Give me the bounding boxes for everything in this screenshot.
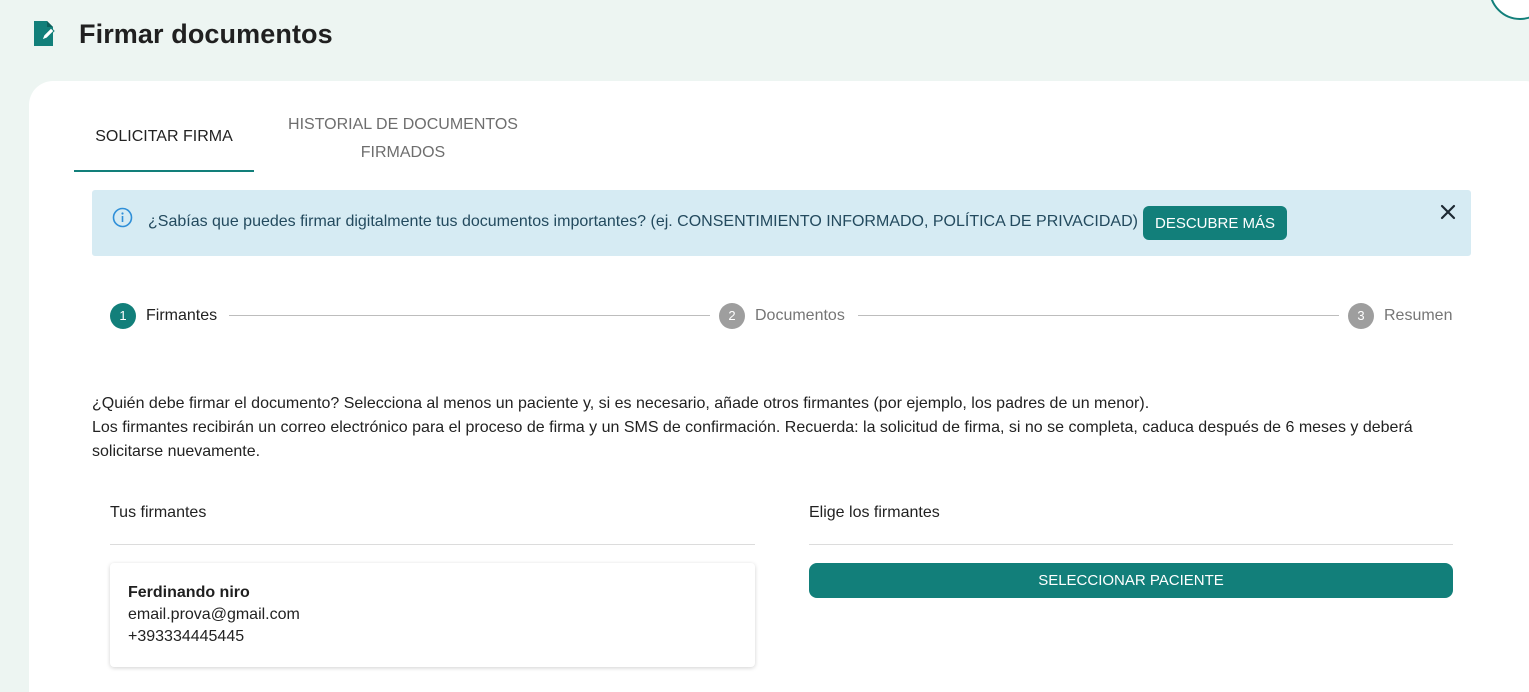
tab-label-line1: HISTORIAL DE DOCUMENTOS xyxy=(288,116,518,133)
divider xyxy=(110,544,755,545)
tab-solicitar-firma[interactable]: SOLICITAR FIRMA xyxy=(74,111,254,172)
divider xyxy=(809,544,1453,545)
info-banner-text: ¿Sabías que puedes firmar digitalmente t… xyxy=(148,213,1138,230)
signer-name: Ferdinando niro xyxy=(128,584,250,601)
document-edit-icon xyxy=(34,21,55,46)
signer-email: email.prova@gmail.com xyxy=(128,606,300,623)
tab-historial-documentos[interactable]: HISTORIAL DE DOCUMENTOS FIRMADOS xyxy=(254,111,552,172)
step-firmantes: 1 Firmantes xyxy=(110,302,217,329)
discover-more-button[interactable]: DESCUBRE MÁS xyxy=(1143,206,1288,240)
user-avatar[interactable] xyxy=(1489,0,1529,20)
step-connector xyxy=(858,315,1339,316)
step-documentos: 2 Documentos xyxy=(719,302,845,329)
page-header: Firmar documentos xyxy=(32,18,333,50)
tab-bar: SOLICITAR FIRMA HISTORIAL DE DOCUMENTOS … xyxy=(74,111,552,172)
step-number: 1 xyxy=(110,302,136,329)
tab-label: SOLICITAR FIRMA xyxy=(95,128,233,145)
step-label: Documentos xyxy=(755,306,845,324)
choose-column-title: Elige los firmantes xyxy=(809,504,940,521)
instructions-line1: ¿Quién debe firmar el documento? Selecci… xyxy=(92,395,1150,412)
signer-card[interactable]: Ferdinando niro email.prova@gmail.com +3… xyxy=(110,563,755,667)
stepper: 1 Firmantes 2 Documentos 3 Resumen xyxy=(110,302,1453,329)
step-label: Firmantes xyxy=(146,306,218,324)
main-card: SOLICITAR FIRMA HISTORIAL DE DOCUMENTOS … xyxy=(29,81,1529,692)
step-label: Resumen xyxy=(1384,306,1453,324)
signer-phone: +393334445445 xyxy=(128,628,245,645)
step-number: 3 xyxy=(1348,302,1374,329)
instructions: ¿Quién debe firmar el documento? Selecci… xyxy=(92,392,1472,464)
step-connector xyxy=(229,315,710,316)
info-icon xyxy=(112,207,133,228)
instructions-line2: Los firmantes recibirán un correo electr… xyxy=(92,419,1413,460)
page-title: Firmar documentos xyxy=(79,18,333,49)
tab-label-line2: FIRMADOS xyxy=(360,144,446,161)
select-patient-button[interactable]: SELECCIONAR PACIENTE xyxy=(809,563,1453,598)
signers-column-title: Tus firmantes xyxy=(110,504,207,521)
info-banner: ¿Sabías que puedes firmar digitalmente t… xyxy=(92,190,1471,256)
close-icon[interactable] xyxy=(1439,203,1457,221)
step-resumen: 3 Resumen xyxy=(1348,302,1452,329)
step-number: 2 xyxy=(719,302,745,329)
